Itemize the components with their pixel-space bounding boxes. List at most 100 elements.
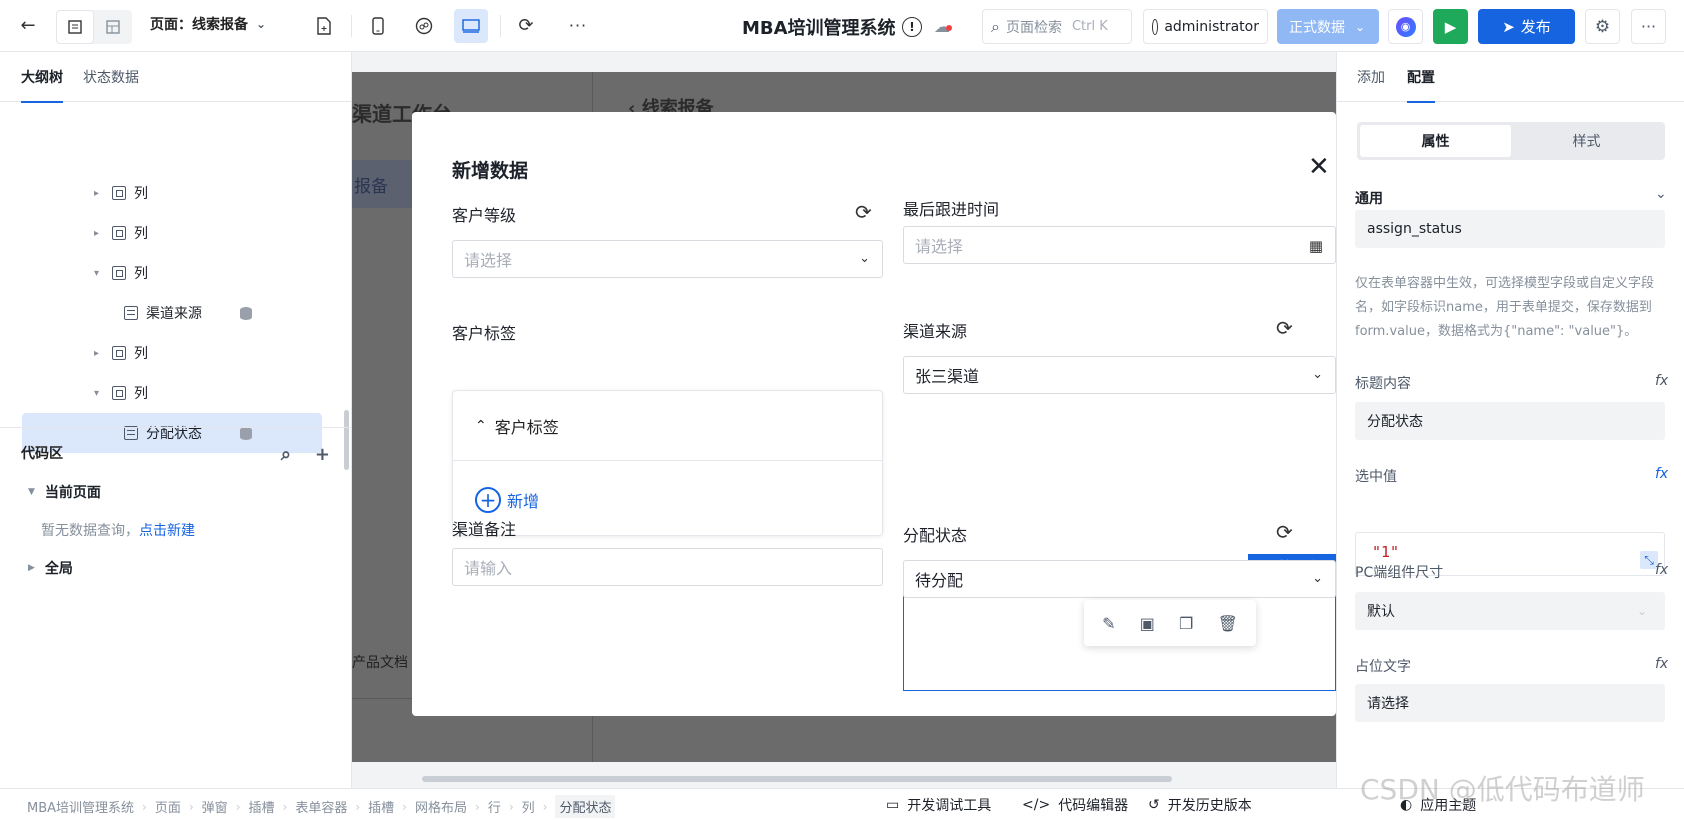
refresh-icon[interactable]: ⟳ <box>855 200 872 224</box>
canvas-horizontal-scrollbar[interactable] <box>422 776 1172 782</box>
breadcrumb-item[interactable]: 行 <box>488 797 501 816</box>
customer-level-select[interactable]: 请选择 ⌄ <box>452 240 883 278</box>
add-icon[interactable]: + <box>315 444 330 465</box>
breadcrumb-separator-icon: › <box>402 799 407 814</box>
search-icon[interactable]: ⌕ <box>281 444 291 465</box>
tree-node-column[interactable]: ▾ 列 <box>94 373 148 413</box>
breadcrumb-item[interactable]: 表单容器 <box>295 797 347 816</box>
title-content-input[interactable]: 分配状态 <box>1355 402 1665 440</box>
publish-button[interactable]: ➤ 发布 <box>1478 9 1575 44</box>
placeholder-input[interactable]: 请选择 <box>1355 684 1665 722</box>
tab-state-data[interactable]: 状态数据 <box>83 52 139 102</box>
copy-icon[interactable]: ❐ <box>1179 614 1193 633</box>
field-name-input[interactable]: assign_status <box>1355 210 1665 248</box>
outline-tree: ▸ 列 ▸ 列 ▾ 列 渠道来源 ▸ 列 ▾ 列 分配状态 <box>0 102 351 453</box>
more-actions-icon[interactable]: ··· <box>562 10 594 42</box>
refresh-icon[interactable]: ⟳ <box>1276 316 1293 340</box>
cloud-sync-icon[interactable]: ☁ <box>934 17 952 36</box>
customer-tag-group-header[interactable]: ⌃ 客户标签 <box>453 391 882 461</box>
environment-selector[interactable]: 正式数据 ⌄ <box>1277 9 1379 44</box>
fx-icon[interactable]: fx <box>1655 466 1668 482</box>
page-selector[interactable]: 页面：线索报备 ⌄ <box>150 14 266 34</box>
assign-status-select[interactable]: 待分配 ⌄ <box>903 560 1336 598</box>
caret-right-icon[interactable]: ▸ <box>94 228 104 239</box>
ai-assistant-button[interactable]: ◉ <box>1388 9 1423 44</box>
tree-node-column[interactable]: ▸ 列 <box>94 213 148 253</box>
breadcrumb-item[interactable]: 分配状态 <box>555 795 616 818</box>
customer-level-label: 客户等级 <box>452 206 517 225</box>
column-icon <box>112 186 126 200</box>
mobile-preview-icon[interactable] <box>362 10 394 42</box>
desktop-preview-icon[interactable] <box>454 9 488 43</box>
delete-icon[interactable]: 🗑 <box>1218 614 1238 633</box>
breadcrumb-item[interactable]: 插槽 <box>368 797 394 816</box>
code-node-global[interactable]: ▶ 全局 <box>28 558 73 578</box>
placeholder-label: 占位文字 <box>1355 659 1411 675</box>
breadcrumb-item[interactable]: 弹窗 <box>202 797 228 816</box>
code-editor-label: 代码编辑器 <box>1058 798 1129 814</box>
caret-down-icon[interactable]: ▾ <box>94 388 104 399</box>
tab-config[interactable]: 配置 <box>1407 52 1435 103</box>
tab-outline[interactable]: 大纲树 <box>21 52 63 103</box>
channel-source-select[interactable]: 张三渠道 ⌄ <box>903 356 1336 394</box>
info-icon[interactable]: ! <box>902 17 922 37</box>
tab-styles[interactable]: 样式 <box>1511 125 1662 157</box>
refresh-icon[interactable]: ⟳ <box>510 10 542 42</box>
tree-node-column[interactable]: ▸ 列 <box>94 173 148 213</box>
page-view-icon[interactable] <box>56 10 94 44</box>
search-shortcut: Ctrl K <box>1071 19 1108 34</box>
pc-size-select[interactable]: 默认 ⌄ <box>1355 592 1665 630</box>
create-query-link[interactable]: 点击新建 <box>139 523 195 539</box>
history-button[interactable]: ↺ 开发历史版本 <box>1148 795 1252 815</box>
last-follow-datepicker[interactable]: 请选择 ▦ <box>903 226 1336 264</box>
fx-icon[interactable]: fx <box>1655 373 1668 389</box>
preview-run-button[interactable]: ▶ <box>1433 9 1468 44</box>
fx-icon[interactable]: fx <box>1655 656 1668 672</box>
code-area-title: 代码区 <box>21 445 63 462</box>
customer-tag-label: 客户标签 <box>452 324 517 343</box>
tree-node-channel-source[interactable]: 渠道来源 <box>124 293 252 333</box>
back-arrow-icon[interactable]: ← <box>12 10 44 42</box>
more-menu-button[interactable]: ··· <box>1631 9 1666 44</box>
breadcrumb-separator-icon: › <box>542 799 548 814</box>
settings-button[interactable]: ⚙ <box>1585 9 1620 44</box>
pc-size-label: PC端组件尺寸 <box>1355 565 1444 581</box>
user-menu[interactable]: administrator <box>1143 9 1268 44</box>
caret-down-icon[interactable]: ▾ <box>94 268 104 279</box>
breadcrumb-item[interactable]: MBA培训管理系统 <box>27 797 134 816</box>
chevron-down-icon[interactable]: ⌄ <box>1655 186 1667 202</box>
select-value: 默认 <box>1367 604 1395 620</box>
close-icon[interactable]: ✕ <box>1308 152 1330 182</box>
caret-right-icon[interactable]: ▸ <box>94 348 104 359</box>
save-icon[interactable]: ▣ <box>1140 614 1155 633</box>
caret-right-icon[interactable]: ▸ <box>94 188 104 199</box>
breadcrumb-separator-icon: › <box>508 799 514 814</box>
layout-view-icon[interactable] <box>94 10 132 44</box>
fx-icon[interactable]: fx <box>1655 562 1668 578</box>
breadcrumb-item[interactable]: 页面 <box>155 797 181 816</box>
tree-node-column[interactable]: ▾ 列 <box>94 253 148 293</box>
breadcrumb-item[interactable]: 网格布局 <box>415 797 467 816</box>
devtools-button[interactable]: ▭ 开发调试工具 <box>886 795 991 815</box>
breadcrumb-item[interactable]: 列 <box>522 797 535 816</box>
code-node-label: 当前页面 <box>44 485 101 501</box>
channel-note-input[interactable]: 请输入 <box>452 548 883 586</box>
breadcrumb-separator-icon: › <box>235 799 241 814</box>
add-tag-button[interactable]: + 新增 <box>475 487 539 513</box>
edit-icon[interactable]: ✎ <box>1102 614 1115 633</box>
tree-node-column[interactable]: ▸ 列 <box>94 333 148 373</box>
code-editor-button[interactable]: </> 代码编辑器 <box>1022 795 1128 815</box>
add-page-icon[interactable] <box>308 10 340 42</box>
section-general-title: 通用 <box>1355 191 1383 207</box>
breadcrumb-item[interactable]: 插槽 <box>249 797 275 816</box>
select-value: 待分配 <box>915 571 964 590</box>
devtools-icon: ▭ <box>886 797 900 813</box>
code-node-current-page[interactable]: ▼ 当前页面 <box>28 482 101 502</box>
refresh-icon[interactable]: ⟳ <box>1276 520 1293 544</box>
tab-add[interactable]: 添加 <box>1357 52 1385 102</box>
caret-right-icon: ▶ <box>28 563 35 573</box>
tab-properties[interactable]: 属性 <box>1360 125 1511 157</box>
page-search-input[interactable]: ⌕ 页面检索 Ctrl K <box>982 9 1132 44</box>
miniapp-preview-icon[interactable] <box>408 10 440 42</box>
right-tabs: 添加 配置 <box>1337 52 1684 103</box>
